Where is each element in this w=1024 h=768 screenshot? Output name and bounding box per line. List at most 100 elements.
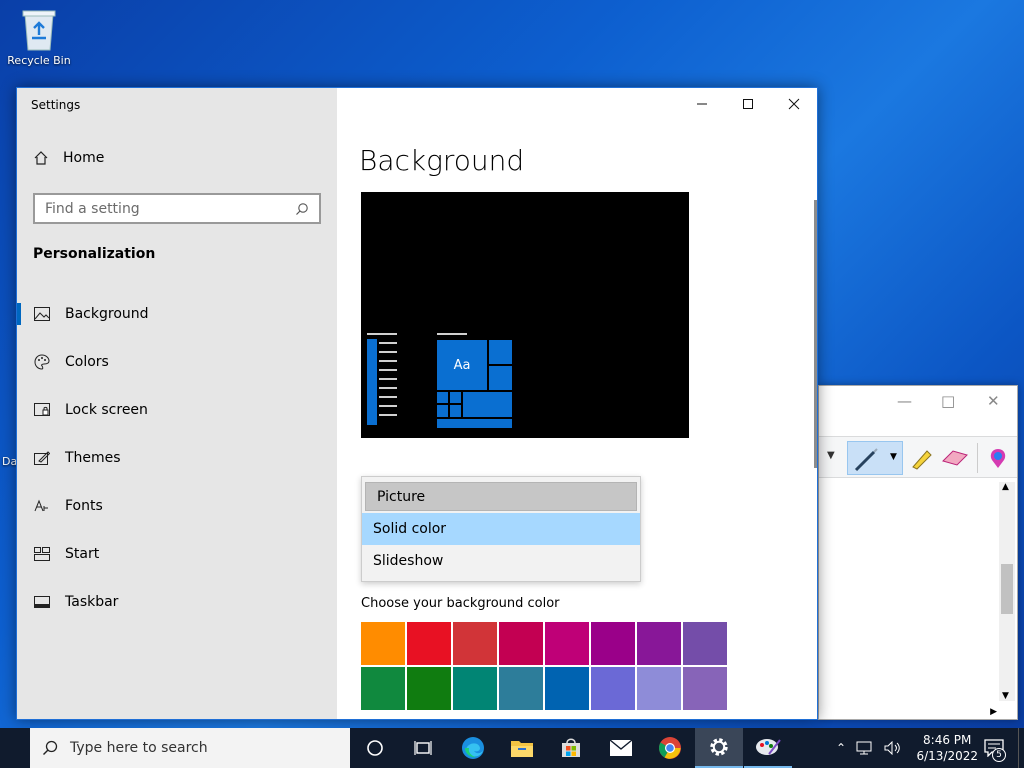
eraser-icon[interactable]	[941, 447, 969, 469]
choose-color-label: Choose your background color	[361, 596, 560, 611]
dropdown-option-solid-color[interactable]: Solid color	[362, 513, 640, 545]
color-swatch[interactable]	[683, 667, 727, 710]
brush-icon	[854, 448, 878, 472]
mail-button[interactable]	[597, 728, 645, 768]
recycle-bin-shortcut[interactable]: Recycle Bin	[1, 8, 77, 67]
clock-date: 6/13/2022	[916, 749, 978, 763]
chrome-button[interactable]	[646, 728, 694, 768]
taskbar-clock[interactable]: 8:46 PM 6/13/2022	[916, 732, 978, 764]
sidebar-item-label: Fonts	[65, 498, 103, 514]
scroll-up-icon[interactable]: ▲	[1002, 482, 1009, 492]
home-label: Home	[63, 150, 105, 166]
color-swatch[interactable]	[637, 667, 681, 710]
recycle-bin-icon	[19, 8, 59, 54]
sidebar-item-label: Lock screen	[65, 402, 148, 418]
sidebar-item-taskbar[interactable]: Taskbar	[17, 578, 337, 626]
search-placeholder: Find a setting	[45, 200, 140, 217]
maximize-button[interactable]	[725, 88, 771, 120]
network-icon[interactable]	[856, 741, 874, 755]
taskbar-icon	[33, 593, 51, 611]
volume-icon[interactable]	[884, 741, 902, 755]
paint-3d-icon[interactable]	[987, 447, 1009, 469]
highlighter-icon[interactable]	[909, 445, 935, 471]
task-view-icon	[414, 741, 432, 755]
toolbar-separator	[977, 443, 978, 473]
color-swatch-grid	[361, 622, 729, 710]
find-setting-input[interactable]: Find a setting	[33, 193, 321, 224]
paint-maximize-button[interactable]: □	[941, 392, 955, 410]
paint-titlebar: — □ ✕	[819, 386, 1017, 418]
color-swatch[interactable]	[407, 622, 451, 665]
sidebar-item-fonts[interactable]: Fonts	[17, 482, 337, 530]
search-icon	[43, 740, 58, 755]
section-title: Personalization	[33, 246, 156, 262]
page-title: Background	[359, 144, 525, 177]
sidebar-item-themes[interactable]: Themes	[17, 434, 337, 482]
color-swatch[interactable]	[361, 622, 405, 665]
color-swatch[interactable]	[499, 667, 543, 710]
system-tray: ⌃	[836, 728, 902, 768]
settings-content: Background Aa Picture Solid color Slides…	[337, 88, 817, 719]
sidebar-item-colors[interactable]: Colors	[17, 338, 337, 386]
background-type-dropdown[interactable]: Picture Solid color Slideshow	[361, 476, 641, 582]
scroll-down-icon[interactable]: ▼	[1002, 691, 1009, 701]
notification-count-badge: 5	[992, 748, 1006, 762]
file-explorer-button[interactable]	[498, 728, 546, 768]
scroll-right-icon[interactable]: ▶	[990, 707, 997, 717]
paint-vertical-scrollbar[interactable]: ▲ ▼	[999, 482, 1015, 701]
paint-scroll-thumb[interactable]	[1001, 564, 1013, 614]
paint-canvas[interactable]	[819, 479, 1017, 719]
task-view-button[interactable]	[399, 728, 447, 768]
cortana-button[interactable]	[351, 728, 399, 768]
color-swatch[interactable]	[545, 667, 589, 710]
desktop-icon-label-clipped: Da	[2, 455, 18, 468]
settings-taskbar-button[interactable]	[695, 728, 743, 768]
start-icon	[33, 545, 51, 563]
edge-button[interactable]	[449, 728, 497, 768]
home-icon	[34, 151, 48, 165]
show-hidden-icons-icon[interactable]: ⌃	[836, 741, 846, 755]
taskbar-search-box[interactable]: Type here to search	[30, 728, 350, 768]
chrome-icon	[659, 737, 681, 759]
store-button[interactable]	[547, 728, 595, 768]
minimize-icon	[697, 103, 707, 105]
close-button[interactable]	[771, 88, 817, 120]
show-desktop-button[interactable]	[1018, 728, 1024, 768]
color-swatch[interactable]	[453, 667, 497, 710]
color-swatch[interactable]	[545, 622, 589, 665]
paint-minimize-button[interactable]: —	[897, 392, 912, 410]
paint-taskbar-button[interactable]	[744, 728, 792, 768]
action-center-button[interactable]: 5	[984, 728, 1008, 768]
paint-window[interactable]: — □ ✕ ▼ ▼ ▲ ▼ ▶	[818, 385, 1018, 720]
color-swatch[interactable]	[453, 622, 497, 665]
paint-toolbar: ▼ ▼	[819, 436, 1017, 478]
color-swatch[interactable]	[361, 667, 405, 710]
paint-close-button[interactable]: ✕	[987, 392, 1000, 410]
color-swatch[interactable]	[407, 667, 451, 710]
sidebar-item-start[interactable]: Start	[17, 530, 337, 578]
color-swatch[interactable]	[499, 622, 543, 665]
sidebar-item-label: Start	[65, 546, 100, 562]
sidebar-item-label: Colors	[65, 354, 109, 370]
paint-icon	[756, 739, 781, 755]
content-scrollbar[interactable]	[814, 200, 817, 468]
clock-time: 8:46 PM	[923, 733, 972, 747]
settings-window[interactable]: Settings Home Find a setting Personaliza…	[16, 87, 818, 720]
brush-tool-button[interactable]: ▼	[847, 441, 903, 475]
dropdown-option-slideshow[interactable]: Slideshow	[362, 545, 640, 577]
themes-icon	[33, 449, 51, 467]
dropdown-arrow-icon[interactable]: ▼	[827, 450, 835, 461]
color-swatch[interactable]	[591, 622, 635, 665]
sidebar-item-background[interactable]: Background	[17, 290, 337, 338]
picture-icon	[33, 305, 51, 323]
sidebar-item-lock-screen[interactable]: Lock screen	[17, 386, 337, 434]
color-swatch[interactable]	[683, 622, 727, 665]
color-swatch[interactable]	[637, 622, 681, 665]
sidebar-item-label: Taskbar	[65, 594, 119, 610]
maximize-icon	[743, 99, 753, 109]
minimize-button[interactable]	[679, 88, 725, 120]
home-link[interactable]: Home	[33, 150, 104, 166]
dropdown-option-picture[interactable]: Picture	[365, 482, 637, 511]
brush-dropdown-icon[interactable]: ▼	[890, 452, 897, 462]
color-swatch[interactable]	[591, 667, 635, 710]
